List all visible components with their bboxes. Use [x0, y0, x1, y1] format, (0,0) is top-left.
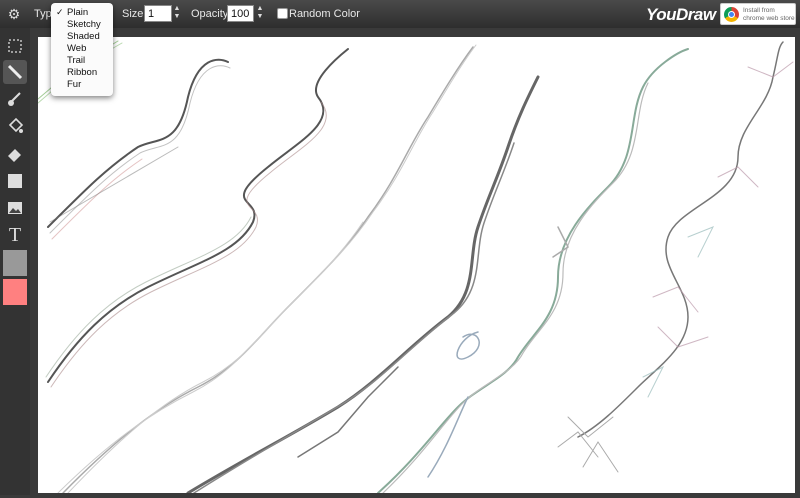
- type-option-ribbon[interactable]: Ribbon: [67, 67, 97, 78]
- image-icon[interactable]: [3, 196, 27, 220]
- size-input[interactable]: 1: [144, 5, 172, 22]
- opacity-stepper[interactable]: ▲ ▼: [255, 5, 265, 22]
- drawing-strokes: [37, 40, 794, 495]
- opacity-label: Opacity:: [191, 8, 232, 20]
- fill-bucket-icon[interactable]: [3, 114, 27, 138]
- chrome-icon: [724, 7, 739, 22]
- checkmark-icon: ✓: [56, 7, 64, 17]
- gear-icon[interactable]: ⚙: [6, 6, 22, 22]
- type-option-plain[interactable]: Plain: [67, 7, 88, 18]
- install-text: Install from chrome web store: [743, 7, 795, 22]
- secondary-color-swatch[interactable]: [3, 279, 27, 305]
- random-color-checkbox[interactable]: [277, 8, 288, 19]
- type-option-shaded[interactable]: Shaded: [67, 31, 100, 42]
- size-label: Size:: [122, 8, 147, 20]
- size-stepper[interactable]: ▲ ▼: [172, 5, 182, 22]
- top-toolbar: ⚙ Type Size: 1 ▲ ▼ Opacity: 100 ▲ ▼ Random…: [0, 0, 800, 28]
- text-icon[interactable]: T: [3, 223, 27, 247]
- chrome-store-button[interactable]: Install from chrome web store: [720, 3, 796, 25]
- opacity-input[interactable]: 100: [227, 5, 254, 22]
- type-option-fur[interactable]: Fur: [67, 79, 81, 90]
- type-option-web[interactable]: Web: [67, 43, 86, 54]
- brush-icon[interactable]: [3, 87, 27, 111]
- selection-icon[interactable]: [3, 34, 27, 58]
- random-color-label[interactable]: Random Color: [289, 8, 360, 20]
- type-option-trail[interactable]: Trail: [67, 55, 85, 66]
- primary-color-swatch[interactable]: [3, 250, 27, 276]
- pencil-icon[interactable]: [3, 60, 27, 84]
- rectangle-icon[interactable]: [3, 169, 27, 193]
- drawing-canvas[interactable]: [37, 37, 795, 495]
- type-dropdown-menu: ✓ Plain Sketchy Shaded Web Trail Ribbon …: [51, 3, 113, 96]
- youdraw-logo: YouDraw: [646, 5, 716, 24]
- type-option-sketchy[interactable]: Sketchy: [67, 19, 101, 30]
- left-toolbar: T: [0, 28, 30, 495]
- eraser-icon[interactable]: [3, 141, 27, 165]
